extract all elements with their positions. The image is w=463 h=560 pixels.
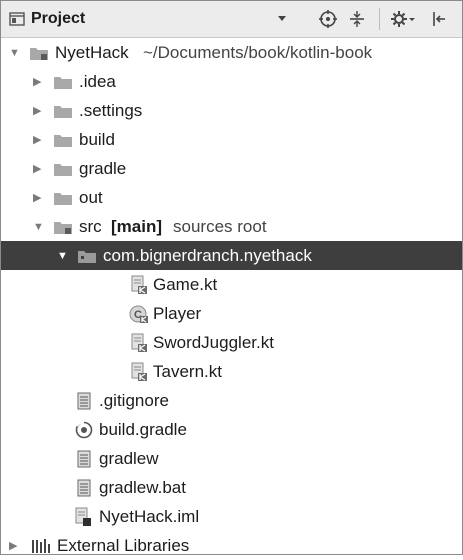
crosshair-icon[interactable] (319, 1, 337, 37)
toolbar-divider (379, 8, 380, 30)
kotlin-class-icon: C (129, 299, 149, 328)
view-dropdown-chevron-icon[interactable] (277, 1, 287, 37)
collapsed-arrow-icon[interactable]: ▶ (33, 125, 41, 154)
tree-row-kotlin-class[interactable]: C Player (1, 299, 462, 328)
root-project-name: NyetHack (55, 43, 129, 62)
tree-row-file[interactable]: .gitignore (1, 386, 462, 415)
tree-row-src[interactable]: ▼ src [main] sources root (1, 212, 462, 241)
src-label: src (79, 217, 102, 236)
file-label: Player (153, 304, 202, 323)
kotlin-file-icon (129, 357, 149, 386)
tree-row-kotlin-file[interactable]: Game.kt (1, 270, 462, 299)
file-label: build.gradle (99, 420, 187, 439)
tree-row-kotlin-file[interactable]: Tavern.kt (1, 357, 462, 386)
tree-row-kotlin-file[interactable]: SwordJuggler.kt (1, 328, 462, 357)
expanded-arrow-icon[interactable]: ▼ (9, 38, 20, 67)
folder-label: out (79, 188, 103, 207)
file-label: Tavern.kt (153, 362, 222, 381)
tree-row-file[interactable]: build.gradle (1, 415, 462, 444)
src-root-note: sources root (173, 217, 267, 236)
package-label: com.bignerdranch.nyethack (103, 246, 312, 265)
text-file-icon (75, 444, 93, 473)
tree-row-folder[interactable]: ▶ .settings (1, 96, 462, 125)
folder-label: .settings (79, 101, 143, 120)
gradle-file-icon (75, 415, 93, 444)
src-source-set-tag: [main] (111, 217, 162, 236)
file-label: gradlew (99, 449, 159, 468)
file-label: gradlew.bat (99, 478, 186, 497)
collapsed-arrow-icon[interactable]: ▶ (33, 183, 41, 212)
folder-icon (53, 125, 73, 154)
file-label: NyetHack.iml (99, 507, 200, 526)
tree-row-external-libraries[interactable]: ▶ External Libraries (1, 531, 462, 560)
file-label: Game.kt (153, 275, 218, 294)
kotlin-file-icon (129, 270, 149, 299)
folder-label: build (79, 130, 115, 149)
project-title: Project (31, 10, 86, 27)
hide-panel-icon[interactable] (432, 1, 446, 37)
folder-icon (53, 154, 73, 183)
iml-file-icon (73, 502, 93, 531)
project-toolbar: Project (1, 1, 462, 38)
collapsed-arrow-icon[interactable]: ▶ (33, 154, 41, 183)
tree-row-folder[interactable]: ▶ build (1, 125, 462, 154)
collapsed-arrow-icon[interactable]: ▶ (9, 531, 17, 560)
tree-row-folder[interactable]: ▶ .idea (1, 67, 462, 96)
tree-row-folder[interactable]: ▶ gradle (1, 154, 462, 183)
project-view-icon (9, 1, 25, 37)
external-libraries-label: External Libraries (57, 536, 190, 555)
tree-row-file[interactable]: NyetHack.iml (1, 502, 462, 531)
collapsed-arrow-icon[interactable]: ▶ (33, 96, 41, 125)
collapsed-arrow-icon[interactable]: ▶ (33, 67, 41, 96)
root-project-path: ~/Documents/book/kotlin-book (143, 43, 373, 62)
tree-row-root[interactable]: ▼ NyetHack ~/Documents/book/kotlin-book (1, 38, 462, 67)
tree-row-folder[interactable]: ▶ out (1, 183, 462, 212)
text-file-icon (75, 386, 93, 415)
tree-row-file[interactable]: gradlew (1, 444, 462, 473)
expanded-arrow-icon[interactable]: ▼ (33, 212, 44, 241)
collapse-all-icon[interactable] (349, 1, 365, 37)
package-icon (77, 241, 97, 270)
folder-icon (53, 183, 73, 212)
file-label: SwordJuggler.kt (153, 333, 274, 352)
module-folder-icon (29, 38, 49, 67)
folder-label: .idea (79, 72, 116, 91)
folder-icon (53, 67, 73, 96)
tree-row-file[interactable]: gradlew.bat (1, 473, 462, 502)
expanded-arrow-icon[interactable]: ▼ (57, 241, 68, 270)
folder-label: gradle (79, 159, 127, 178)
file-label: .gitignore (99, 391, 169, 410)
text-file-icon (75, 473, 93, 502)
folder-icon (53, 96, 73, 125)
tree-row-package[interactable]: ▼ com.bignerdranch.nyethack (1, 241, 462, 270)
kotlin-file-icon (129, 328, 149, 357)
libraries-icon (31, 531, 53, 560)
project-tool-window: Project ▼ NyetHack ~/Documents/book/kotl… (0, 0, 463, 555)
settings-gear-icon[interactable] (391, 1, 415, 37)
source-folder-icon (53, 212, 73, 241)
